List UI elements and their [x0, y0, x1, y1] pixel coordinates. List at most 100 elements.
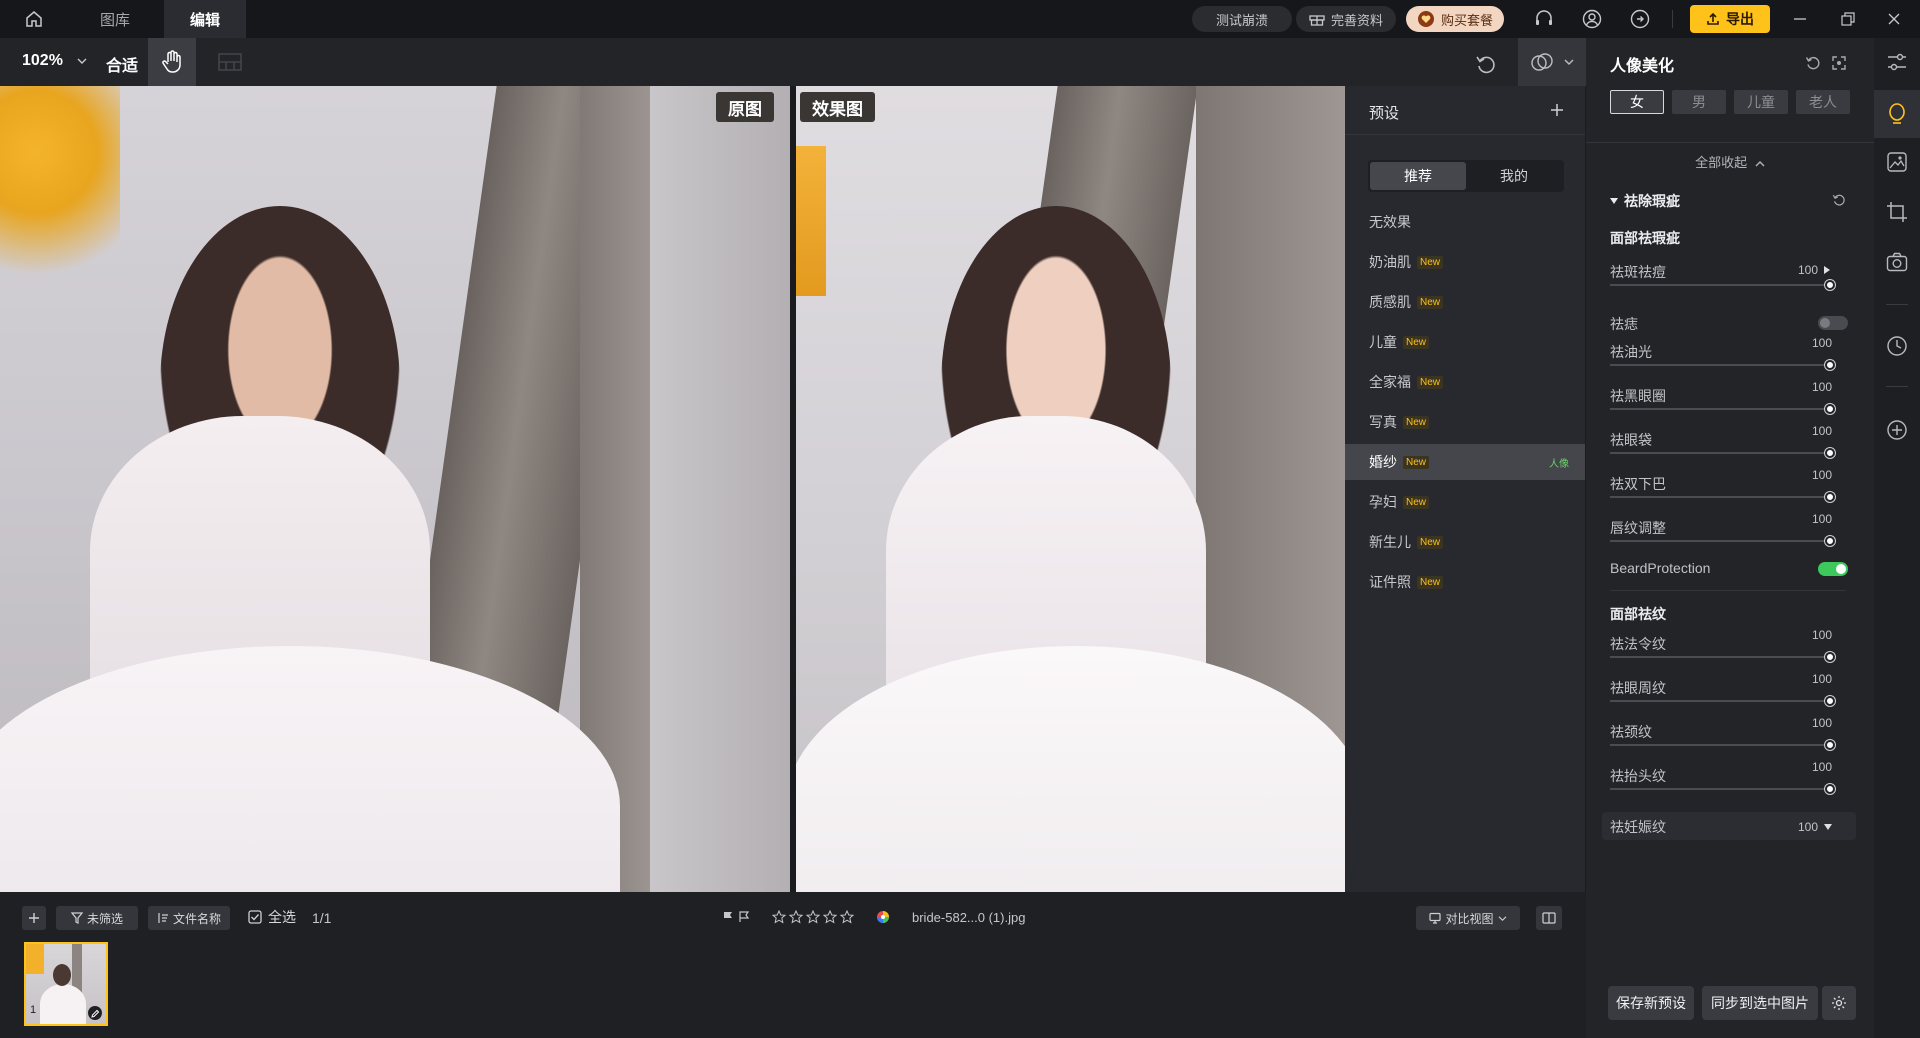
- preset-item[interactable]: 新生儿 New: [1345, 524, 1585, 560]
- test-crash-button[interactable]: 测试崩溃: [1192, 6, 1292, 32]
- preset-item[interactable]: 孕妇 New: [1345, 484, 1585, 520]
- adjust-row-value[interactable]: 100: [1792, 716, 1832, 730]
- compare-mode-dropdown[interactable]: [1518, 38, 1586, 86]
- adjust-slider-knob[interactable]: [1825, 360, 1835, 370]
- caret-down-icon[interactable]: [1824, 824, 1832, 830]
- adjust-slider-track[interactable]: [1610, 788, 1830, 790]
- adjust-slider-knob[interactable]: [1825, 448, 1835, 458]
- adjust-slider-track[interactable]: [1610, 284, 1830, 286]
- group-reset-icon[interactable]: [1828, 189, 1850, 211]
- reject-flag-icon[interactable]: [738, 911, 750, 923]
- star-icon[interactable]: [772, 910, 786, 924]
- adjust-slider-knob[interactable]: [1825, 404, 1835, 414]
- split-view-button[interactable]: [1536, 906, 1562, 930]
- adjust-row-value[interactable]: 100: [1778, 820, 1818, 834]
- preset-item[interactable]: 全家福 New: [1345, 364, 1585, 400]
- adjust-row-value[interactable]: 100: [1792, 424, 1832, 438]
- hand-tool-button[interactable]: [148, 38, 196, 86]
- flag-icon[interactable]: [722, 911, 734, 923]
- adjust-slider-track[interactable]: [1610, 496, 1830, 498]
- image-edit-icon[interactable]: [1874, 142, 1920, 182]
- sort-button[interactable]: 文件名称: [148, 906, 230, 930]
- adjust-row-value[interactable]: 100: [1792, 380, 1832, 394]
- tab-library[interactable]: 图库: [80, 0, 150, 38]
- preset-item[interactable]: 证件照 New: [1345, 564, 1585, 600]
- tab-edit[interactable]: 编辑: [164, 0, 246, 38]
- crop-icon[interactable]: [1874, 192, 1920, 232]
- import-add-button[interactable]: [22, 906, 46, 930]
- gender-elderly-button[interactable]: 老人: [1796, 90, 1850, 114]
- preset-item[interactable]: 质感肌 New: [1345, 284, 1585, 320]
- sync-settings-button[interactable]: [1822, 986, 1856, 1020]
- compare-toggle-icon[interactable]: [1828, 52, 1850, 74]
- preset-item[interactable]: 奶油肌 New: [1345, 244, 1585, 280]
- caret-right-icon[interactable]: [1824, 266, 1830, 274]
- complete-profile-button[interactable]: 完善资料: [1296, 6, 1396, 32]
- adjust-row-value[interactable]: 100: [1792, 760, 1832, 774]
- reset-icon[interactable]: [1802, 52, 1824, 74]
- adjust-slider-knob[interactable]: [1825, 536, 1835, 546]
- preset-item[interactable]: 无效果: [1345, 204, 1585, 240]
- camera-icon[interactable]: [1874, 242, 1920, 282]
- close-icon[interactable]: [1880, 5, 1908, 33]
- adjust-slider-knob[interactable]: [1825, 740, 1835, 750]
- group-blemish-header[interactable]: 祛除瑕疵: [1610, 191, 1680, 211]
- toggle-on-switch[interactable]: [1818, 562, 1848, 576]
- adjust-row-value[interactable]: 100: [1792, 628, 1832, 642]
- tab-mine[interactable]: 我的: [1466, 162, 1562, 190]
- tab-recommended[interactable]: 推荐: [1370, 162, 1466, 190]
- adjust-row-value[interactable]: 100: [1792, 468, 1832, 482]
- adjust-row-value[interactable]: 100: [1792, 512, 1832, 526]
- compare-view-dropdown[interactable]: 对比视图: [1416, 906, 1520, 930]
- sliders-icon[interactable]: [1874, 42, 1920, 82]
- user-icon[interactable]: [1578, 5, 1606, 33]
- adjust-slider-knob[interactable]: [1825, 652, 1835, 662]
- gender-child-button[interactable]: 儿童: [1734, 90, 1788, 114]
- preset-item[interactable]: 儿童 New: [1345, 324, 1585, 360]
- save-preset-button[interactable]: 保存新预设: [1608, 986, 1694, 1020]
- adjust-row-value[interactable]: 100: [1778, 263, 1818, 277]
- restore-icon[interactable]: [1834, 5, 1862, 33]
- filter-button[interactable]: 未筛选: [56, 906, 138, 930]
- adjust-slider-track[interactable]: [1610, 408, 1830, 410]
- adjust-slider-knob[interactable]: [1825, 784, 1835, 794]
- collapse-all-button[interactable]: 全部收起: [1586, 152, 1874, 171]
- result-photo[interactable]: [796, 86, 1345, 892]
- export-button[interactable]: 导出: [1690, 5, 1770, 33]
- adjust-slider-track[interactable]: [1610, 744, 1830, 746]
- adjust-slider-knob[interactable]: [1825, 696, 1835, 706]
- adjust-slider-track[interactable]: [1610, 540, 1830, 542]
- minimize-icon[interactable]: [1786, 5, 1814, 33]
- star-icon[interactable]: [806, 910, 820, 924]
- adjust-row-value[interactable]: 100: [1792, 336, 1832, 350]
- gender-male-button[interactable]: 男: [1672, 90, 1726, 114]
- adjust-slider-knob[interactable]: [1825, 280, 1835, 290]
- adjust-row-value[interactable]: 100: [1792, 672, 1832, 686]
- share-icon[interactable]: [1626, 5, 1654, 33]
- star-icon[interactable]: [840, 910, 854, 924]
- grid-view-icon[interactable]: [216, 50, 244, 74]
- headset-icon[interactable]: [1530, 5, 1558, 33]
- adjust-slider-track[interactable]: [1610, 452, 1830, 454]
- original-photo[interactable]: [0, 86, 790, 892]
- preset-item[interactable]: 写真 New: [1345, 404, 1585, 440]
- preset-item[interactable]: 婚纱 New 人像: [1345, 444, 1585, 480]
- fit-button[interactable]: 合适: [106, 52, 138, 76]
- adjust-slider-track[interactable]: [1610, 700, 1830, 702]
- add-circle-icon[interactable]: [1874, 410, 1920, 450]
- star-icon[interactable]: [823, 910, 837, 924]
- history-icon[interactable]: [1874, 326, 1920, 366]
- star-rating[interactable]: [772, 910, 854, 924]
- add-preset-icon[interactable]: [1545, 98, 1569, 122]
- sync-selected-button[interactable]: 同步到选中图片: [1702, 986, 1818, 1020]
- gender-female-button[interactable]: 女: [1610, 90, 1664, 114]
- reset-icon[interactable]: [1472, 50, 1500, 78]
- filmstrip-thumbnail[interactable]: 1: [24, 942, 108, 1026]
- buy-package-button[interactable]: 购买套餐: [1406, 6, 1504, 32]
- toggle-off-switch[interactable]: [1818, 316, 1848, 330]
- home-icon[interactable]: [18, 7, 50, 31]
- adjust-slider-track[interactable]: [1610, 656, 1830, 658]
- adjust-slider-track[interactable]: [1610, 364, 1830, 366]
- color-label-icon[interactable]: [876, 910, 890, 924]
- zoom-dropdown[interactable]: 102%: [22, 52, 87, 70]
